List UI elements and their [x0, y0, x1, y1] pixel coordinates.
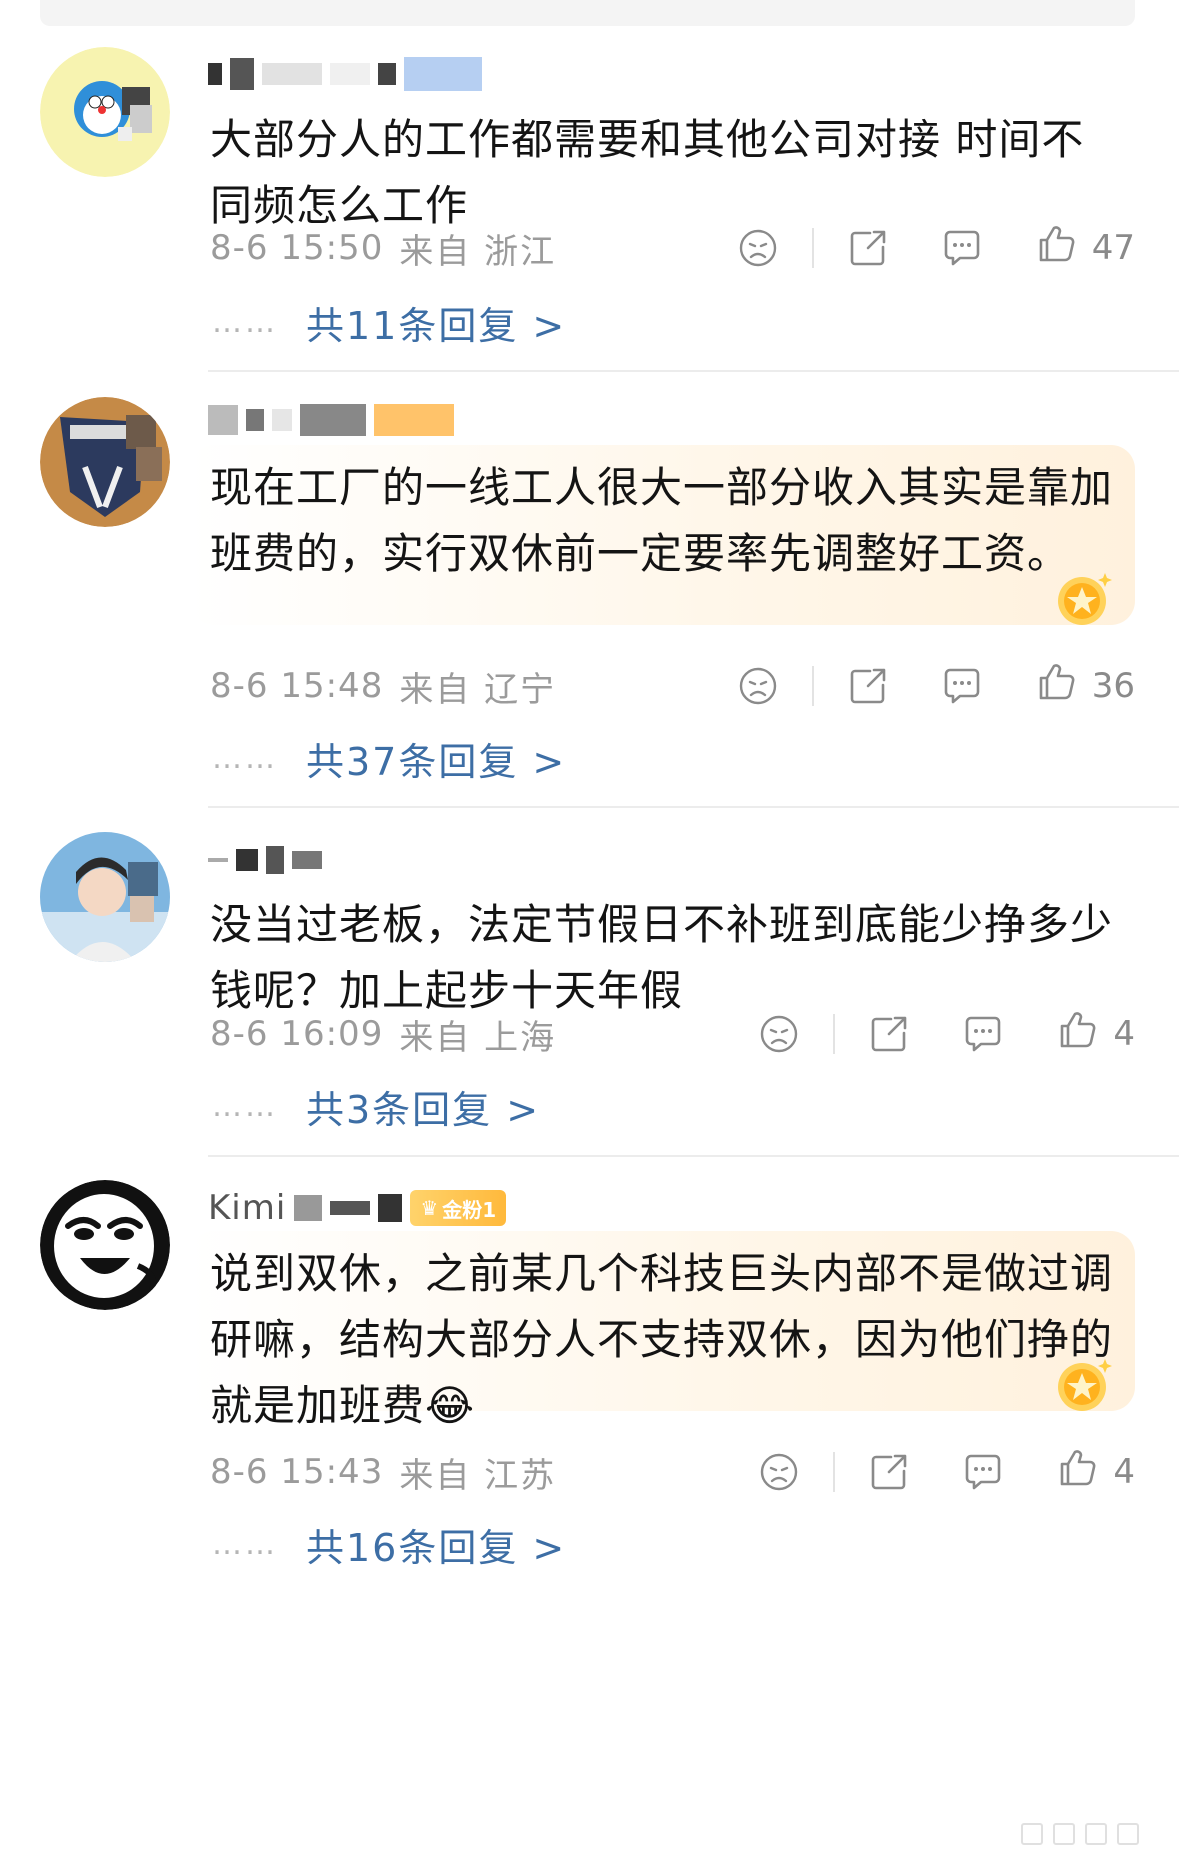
- comment-actions: 36: [736, 660, 1135, 713]
- reply-count-link[interactable]: 共16条回复 >: [306, 1517, 566, 1572]
- action-divider: [833, 1014, 836, 1054]
- comment-icon[interactable]: [961, 1450, 1005, 1494]
- comment-location: 来自 上海: [399, 1017, 557, 1058]
- like-button[interactable]: 4: [1055, 1008, 1135, 1061]
- comment-time: 8-6 15:50: [210, 228, 384, 268]
- comment-meta: 8-6 15:50 来自 浙江 47: [210, 218, 1135, 278]
- comment-icon[interactable]: [940, 664, 984, 708]
- like-button[interactable]: 47: [1034, 222, 1135, 275]
- comment-text-content: 大部分人的工作都需要和其他公司对接 时间不同频怎么工作: [210, 115, 1085, 230]
- username-blurred[interactable]: [208, 838, 322, 882]
- comment-text-content: 没当过老板，法定节假日不补班到底能少挣多少钱呢？加上起步十天年假: [210, 900, 1114, 1015]
- comment-text-content: 说到双休，之前某几个科技巨头内部不是做过调研嘛，结构大部分人不支持双休，因为他们…: [210, 1249, 1114, 1430]
- comment-text-highlighted: 说到双休，之前某几个科技巨头内部不是做过调研嘛，结构大部分人不支持双休，因为他们…: [190, 1231, 1135, 1430]
- comment-location: 来自 江苏: [399, 1455, 557, 1496]
- like-count: 47: [1091, 228, 1135, 268]
- view-replies-link[interactable]: …… 共3条回复 >: [212, 1076, 540, 1136]
- sad-face-icon[interactable]: [736, 226, 780, 270]
- like-count: 4: [1113, 1452, 1135, 1492]
- view-replies-link[interactable]: …… 共16条回复 >: [212, 1514, 566, 1574]
- like-button[interactable]: 36: [1034, 660, 1135, 713]
- comment-meta: 8-6 15:43 来自 江苏 4: [210, 1442, 1135, 1502]
- thumbs-up-icon: [1055, 1008, 1099, 1061]
- view-replies-link[interactable]: …… 共11条回复 >: [212, 292, 566, 352]
- share-icon[interactable]: [846, 664, 890, 708]
- thumbs-up-icon: [1034, 660, 1078, 713]
- comment-divider: [208, 1155, 1179, 1157]
- comment-meta: 8-6 16:09 来自 上海 4: [210, 1004, 1135, 1064]
- sad-face-icon[interactable]: [757, 1012, 801, 1056]
- action-divider: [833, 1452, 836, 1492]
- avatar[interactable]: [40, 1180, 170, 1310]
- username-text: Kimi: [208, 1188, 287, 1228]
- share-icon[interactable]: [867, 1012, 911, 1056]
- comment-text-highlighted: 现在工厂的一线工人很大一部分收入其实是靠加班费的，实行双休前一定要率先调整好工资…: [190, 445, 1135, 625]
- comment-time: 8-6 15:48: [210, 666, 384, 706]
- sad-face-icon[interactable]: [757, 1450, 801, 1494]
- share-icon[interactable]: [867, 1450, 911, 1494]
- comment-actions: 4: [757, 1446, 1135, 1499]
- comment-meta: 8-6 15:48 来自 辽宁 36: [210, 656, 1135, 716]
- comment-actions: 4: [757, 1008, 1135, 1061]
- reply-dots: ……: [212, 1088, 278, 1124]
- like-button[interactable]: 4: [1055, 1446, 1135, 1499]
- username-blurred[interactable]: [208, 398, 454, 442]
- reply-dots: ……: [212, 740, 278, 776]
- watermark-logo: [1021, 1823, 1139, 1845]
- action-divider: [811, 666, 814, 706]
- avatar[interactable]: [40, 832, 170, 962]
- reply-count-link[interactable]: 共3条回复 >: [306, 1079, 540, 1134]
- avatar[interactable]: [40, 47, 170, 177]
- reply-count-link[interactable]: 共37条回复 >: [306, 731, 566, 786]
- gold-star-badge-icon: [1058, 1359, 1112, 1411]
- thumbs-up-icon: [1034, 222, 1078, 275]
- comment-icon[interactable]: [961, 1012, 1005, 1056]
- username[interactable]: Kimi ♛ 金粉1: [208, 1186, 507, 1230]
- reply-dots: ……: [212, 1526, 278, 1562]
- thumbs-up-icon: [1055, 1446, 1099, 1499]
- comment-time: 8-6 15:43: [210, 1452, 384, 1492]
- comment-divider: [208, 370, 1179, 372]
- username-blurred[interactable]: [208, 52, 482, 96]
- like-count: 4: [1113, 1014, 1135, 1054]
- comment-location: 来自 浙江: [399, 231, 557, 272]
- fan-badge[interactable]: ♛ 金粉1: [410, 1190, 507, 1226]
- reply-dots: ……: [212, 304, 278, 340]
- comment-actions: 47: [736, 222, 1135, 275]
- share-icon[interactable]: [846, 226, 890, 270]
- sad-face-icon[interactable]: [736, 664, 780, 708]
- crown-icon: ♛: [420, 1196, 439, 1220]
- reply-count-link[interactable]: 共11条回复 >: [306, 295, 566, 350]
- comment-text-content: 现在工厂的一线工人很大一部分收入其实是靠加班费的，实行双休前一定要率先调整好工资…: [210, 463, 1114, 578]
- comment-time: 8-6 16:09: [210, 1014, 384, 1054]
- action-divider: [811, 228, 814, 268]
- like-count: 36: [1091, 666, 1135, 706]
- gold-star-badge-icon: [1058, 573, 1112, 625]
- comment-icon[interactable]: [940, 226, 984, 270]
- avatar[interactable]: [40, 397, 170, 527]
- view-replies-link[interactable]: …… 共37条回复 >: [212, 728, 566, 788]
- fan-badge-label: 金粉1: [442, 1197, 497, 1222]
- comment-divider: [208, 806, 1179, 808]
- comment-location: 来自 辽宁: [399, 669, 557, 710]
- previous-item-footer: [40, 0, 1135, 26]
